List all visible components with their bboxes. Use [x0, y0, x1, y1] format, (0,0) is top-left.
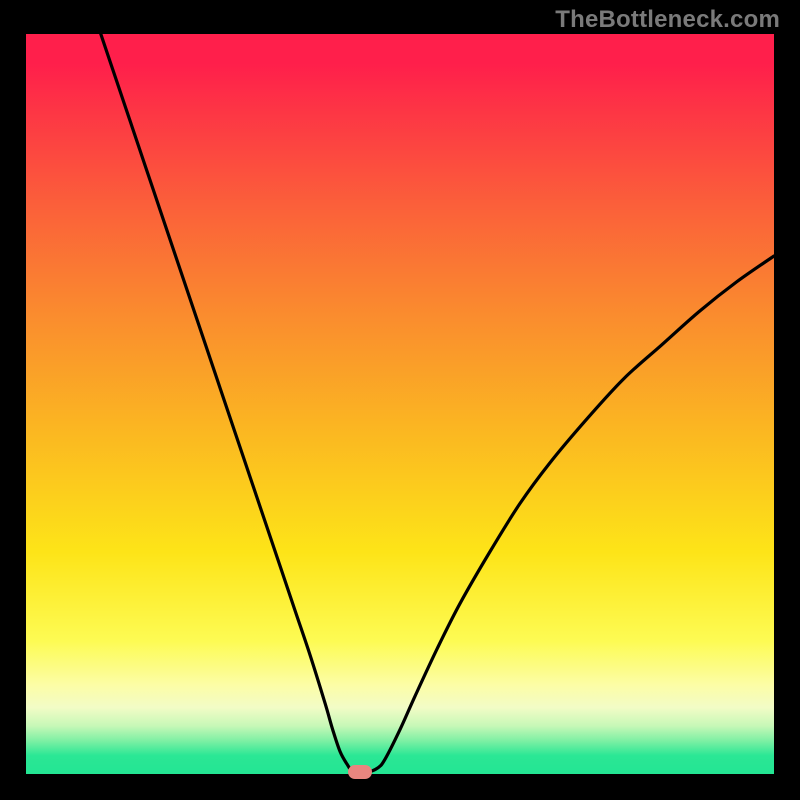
bottleneck-curve: [26, 34, 774, 774]
plot-area: [26, 34, 774, 774]
chart-frame: TheBottleneck.com: [0, 0, 800, 800]
watermark-text: TheBottleneck.com: [555, 6, 780, 34]
curve-minimum-marker: [348, 765, 372, 779]
